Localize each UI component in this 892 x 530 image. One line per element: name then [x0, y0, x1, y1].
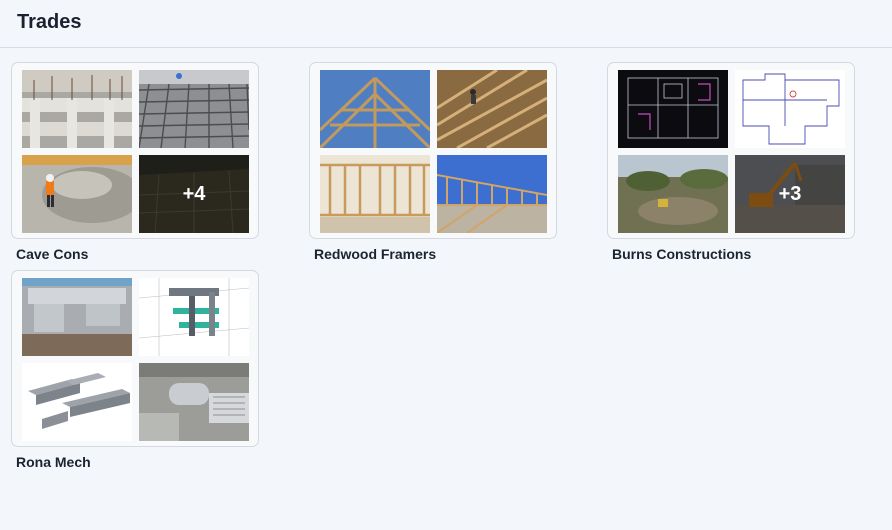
trade-image-grid[interactable]: +4: [11, 62, 259, 239]
trade-name: Redwood Framers: [314, 246, 437, 262]
trade-name: Rona Mech: [16, 454, 91, 470]
foundation-excavation-image[interactable]: +4: [139, 155, 249, 233]
rebar-mesh-image[interactable]: [139, 70, 249, 148]
trade-image-grid[interactable]: [309, 62, 557, 239]
trade-image-grid[interactable]: +3: [607, 62, 855, 239]
more-images-count[interactable]: +3: [735, 155, 845, 233]
dark-floor-plan-image[interactable]: [618, 70, 728, 148]
trade-card-burns-constructions[interactable]: +3 Burns Constructions: [607, 62, 855, 263]
white-floor-plan-image[interactable]: [735, 70, 845, 148]
ductwork-3d-model-image[interactable]: [139, 278, 249, 356]
excavator-demolition-image[interactable]: +3: [735, 155, 845, 233]
page-title: Trades: [17, 11, 82, 33]
more-images-count[interactable]: +4: [139, 155, 249, 233]
land-clearing-image[interactable]: [618, 155, 728, 233]
trade-card-redwood-framers[interactable]: Redwood Framers: [309, 62, 557, 263]
page-header: Trades: [0, 0, 892, 48]
concrete-pouring-image[interactable]: [22, 155, 132, 233]
framing-site-image[interactable]: [437, 155, 547, 233]
timber-wall-framing-image[interactable]: [320, 155, 430, 233]
trade-name: Cave Cons: [16, 246, 89, 262]
ceiling-ductwork-image[interactable]: [139, 363, 249, 441]
roof-trusses-image[interactable]: [320, 70, 430, 148]
trade-card-rona-mech[interactable]: Rona Mech: [11, 270, 259, 471]
trade-card-cave-cons[interactable]: +4 Cave Cons: [11, 62, 259, 263]
concrete-formwork-image[interactable]: [22, 70, 132, 148]
trade-image-grid[interactable]: [11, 270, 259, 447]
roof-truss-worker-image[interactable]: [437, 70, 547, 148]
hvac-ductwork-room-image[interactable]: [22, 278, 132, 356]
duct-3d-drawing-image[interactable]: [22, 363, 132, 441]
trade-name: Burns Constructions: [612, 246, 752, 262]
